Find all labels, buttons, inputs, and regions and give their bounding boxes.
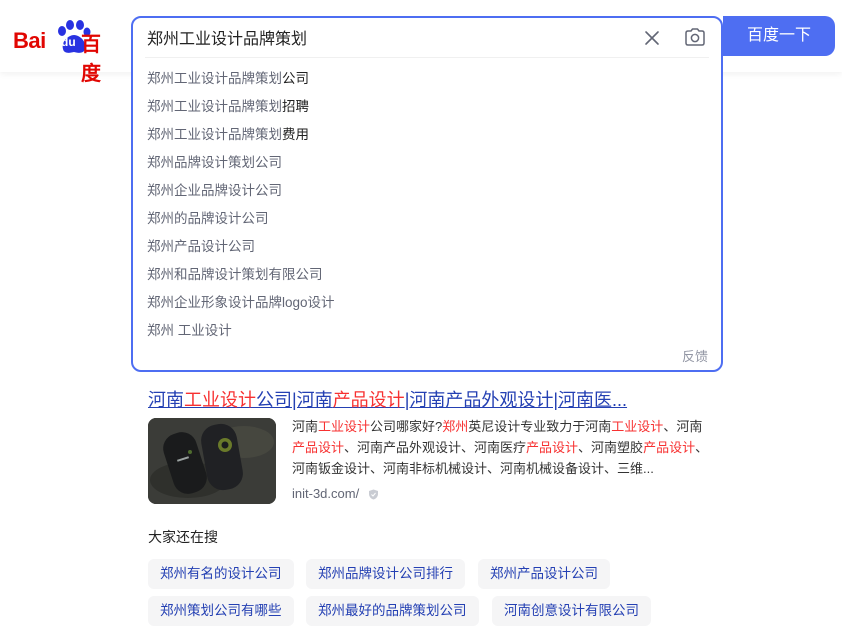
highlight-keyword: 工业设计 — [184, 390, 256, 410]
related-search-chip[interactable]: 郑州品牌设计公司排行 — [306, 559, 465, 589]
suggestion-item[interactable]: 郑州企业品牌设计公司 — [147, 180, 335, 208]
text-segment: 英尼设计专业致力于河南 — [468, 419, 612, 434]
related-search-chip[interactable]: 郑州最好的品牌策划公司 — [306, 596, 479, 626]
text-segment: 公司|河南 — [256, 390, 333, 410]
baidu-logo[interactable]: Bai du 百度 — [13, 18, 119, 85]
close-icon[interactable] — [643, 29, 661, 47]
search-input[interactable]: 郑州工业设计品牌策划 — [147, 28, 617, 52]
suggestion-prefix: 郑州企业形象设计品牌logo设计 — [147, 295, 335, 310]
related-search-chip[interactable]: 郑州有名的设计公司 — [148, 559, 294, 589]
suggestion-prefix: 郑州工业设计品牌策划 — [147, 127, 282, 142]
logo-text-du: du — [61, 35, 76, 49]
highlight-keyword: 工业设计 — [318, 419, 371, 434]
suggestion-item[interactable]: 郑州的品牌设计公司 — [147, 208, 335, 236]
suggestion-completion: 公司 — [282, 71, 309, 86]
divider — [145, 57, 709, 58]
text-segment: |河南产品外观设计|河南医... — [404, 390, 628, 410]
suggestion-item[interactable]: 郑州品牌设计策划公司 — [147, 152, 335, 180]
suggestion-completion: 费用 — [282, 127, 309, 142]
highlight-keyword: 郑州 — [442, 419, 469, 434]
feedback-link[interactable]: 反馈 — [682, 346, 708, 365]
highlight-keyword: 产品设计 — [292, 440, 345, 455]
suggestion-prefix: 郑州的品牌设计公司 — [147, 211, 269, 226]
suggestion-completion: 招聘 — [282, 99, 309, 114]
text-segment: 河南 — [292, 419, 319, 434]
suggestion-item[interactable]: 郑州工业设计品牌策划费用 — [147, 124, 335, 152]
related-search-chip[interactable]: 郑州策划公司有哪些 — [148, 596, 294, 626]
suggestion-prefix: 郑州 工业设计 — [147, 323, 232, 338]
suggestion-prefix: 郑州品牌设计策划公司 — [147, 155, 282, 170]
suggestion-item[interactable]: 郑州企业形象设计品牌logo设计 — [147, 292, 335, 320]
result-title-link[interactable]: 河南工业设计公司|河南产品设计|河南产品外观设计|河南医... — [148, 386, 627, 412]
result-thumbnail[interactable] — [148, 418, 276, 504]
result-url[interactable]: init-3d.com/ — [292, 486, 359, 501]
related-searches-title: 大家还在搜 — [148, 529, 218, 545]
product-image — [148, 418, 276, 504]
suggestion-prefix: 郑州产品设计公司 — [147, 239, 255, 254]
logo-text-cn: 百度 — [81, 34, 101, 85]
highlight-keyword: 产品设计 — [332, 390, 405, 410]
logo-text-bai: Bai — [13, 28, 46, 53]
highlight-keyword: 产品设计 — [526, 440, 579, 455]
highlight-keyword: 产品设计 — [643, 440, 696, 455]
suggestion-prefix: 郑州和品牌设计策划有限公司 — [147, 267, 323, 282]
text-segment: 公司哪家好? — [370, 419, 443, 434]
suggestion-prefix: 郑州工业设计品牌策划 — [147, 71, 282, 86]
related-search-chip[interactable]: 郑州产品设计公司 — [478, 559, 610, 589]
suggestion-item[interactable]: 郑州产品设计公司 — [147, 236, 335, 264]
suggestion-list: 郑州工业设计品牌策划公司 郑州工业设计品牌策划招聘 郑州工业设计品牌策划费用 郑州品牌… — [147, 68, 335, 348]
suggestion-item[interactable]: 郑州工业设计品牌策划公司 — [147, 68, 335, 96]
suggestion-prefix: 郑州企业品牌设计公司 — [147, 183, 282, 198]
search-button[interactable]: 百度一下 — [723, 16, 835, 56]
suggestion-item[interactable]: 郑州 工业设计 — [147, 320, 335, 348]
suggestion-item[interactable]: 郑州和品牌设计策划有限公司 — [147, 264, 335, 292]
text-segment: 、河南产品外观设计、河南医疗 — [344, 440, 527, 455]
shield-icon — [369, 489, 378, 500]
suggestion-prefix: 郑州工业设计品牌策划 — [147, 99, 282, 114]
text-segment: 河南 — [148, 390, 184, 410]
related-search-chip[interactable]: 河南创意设计有限公司 — [492, 596, 651, 626]
camera-icon[interactable] — [684, 27, 706, 47]
text-segment: 、河南 — [663, 419, 703, 434]
text-segment: 、河南塑胶 — [578, 440, 644, 455]
suggestion-item[interactable]: 郑州工业设计品牌策划招聘 — [147, 96, 335, 124]
result-abstract: 河南工业设计公司哪家好?郑州英尼设计专业致力于河南工业设计、河南产品设计、河南产… — [292, 416, 712, 479]
search-box: 郑州工业设计品牌策划 郑州工业设计品牌策划公司 郑州工业设计品牌策划招聘 郑州工业设… — [131, 16, 723, 372]
highlight-keyword: 工业设计 — [611, 419, 664, 434]
